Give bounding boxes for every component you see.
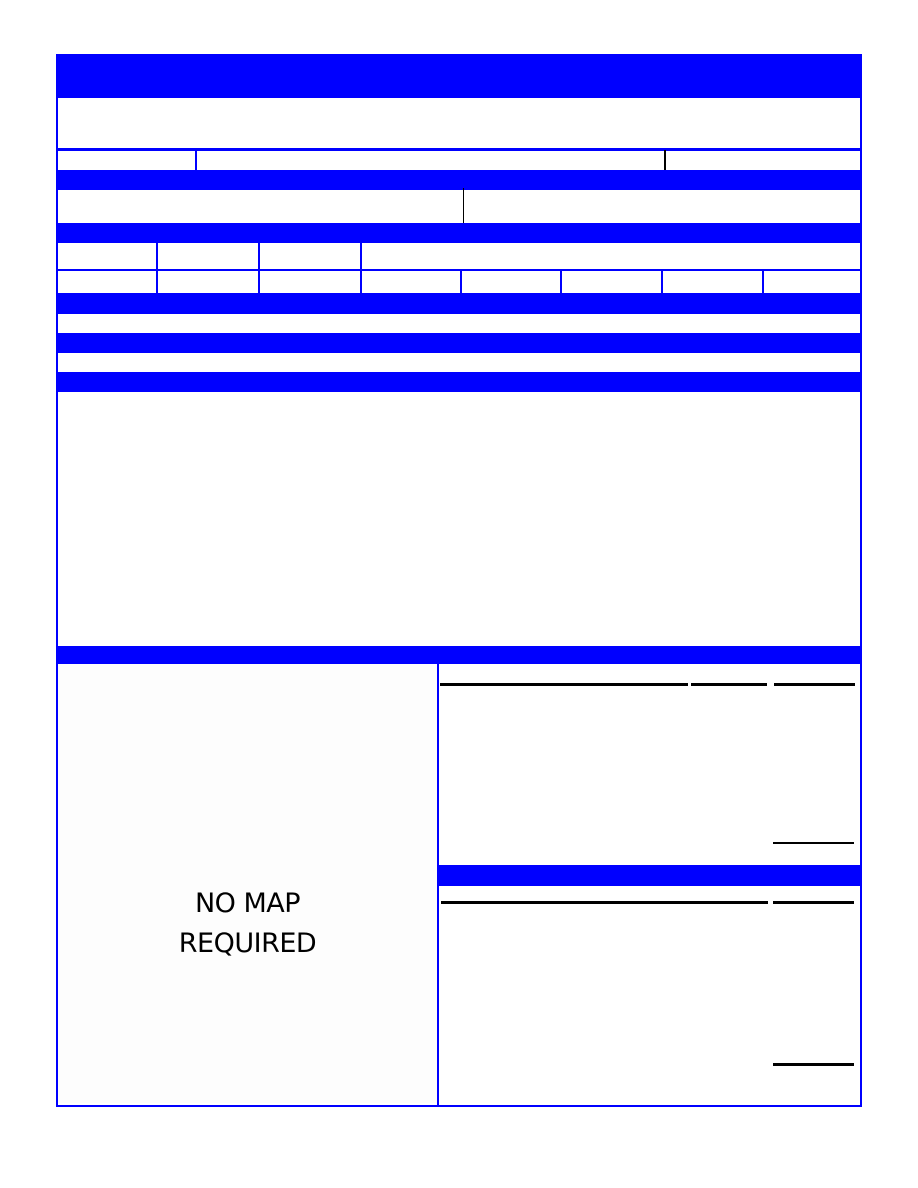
cell-divider <box>258 243 260 293</box>
cell-divider <box>661 270 663 293</box>
cell-divider <box>460 270 462 293</box>
field-2[interactable] <box>198 151 663 169</box>
section-bar <box>56 170 862 190</box>
map-area: NO MAP REQUIRED <box>58 664 437 1103</box>
field-4[interactable] <box>58 190 462 224</box>
total-rule <box>773 1063 854 1066</box>
column-rule <box>773 901 854 904</box>
title-field[interactable] <box>58 98 860 149</box>
section-bar <box>56 223 862 243</box>
section-bar <box>56 333 862 353</box>
cell-divider <box>360 243 362 293</box>
total-rule <box>773 842 854 844</box>
cell-divider <box>664 150 666 171</box>
cell-divider <box>195 150 197 170</box>
cell-divider <box>463 188 464 226</box>
field-3[interactable] <box>667 151 860 169</box>
field-row[interactable] <box>58 314 860 333</box>
field-row[interactable] <box>58 353 860 372</box>
no-map-line-2: REQUIRED <box>178 927 317 959</box>
cell-divider <box>560 270 562 293</box>
column-rule <box>441 901 768 904</box>
column-rule <box>440 683 688 686</box>
field-1[interactable] <box>58 151 194 169</box>
header-bar <box>56 54 862 98</box>
notes-area[interactable] <box>58 392 860 646</box>
no-map-label: NO MAP REQUIRED <box>178 884 317 964</box>
column-rule <box>774 683 855 686</box>
section-bar <box>438 865 862 886</box>
field-5[interactable] <box>466 190 860 224</box>
no-map-line-1: NO MAP <box>194 887 301 919</box>
section-bar <box>56 646 862 664</box>
cell-divider <box>762 270 764 293</box>
cell-divider <box>156 243 158 293</box>
section-bar <box>56 293 862 314</box>
divider <box>56 269 862 271</box>
column-rule <box>691 683 767 686</box>
section-bar <box>56 372 862 392</box>
